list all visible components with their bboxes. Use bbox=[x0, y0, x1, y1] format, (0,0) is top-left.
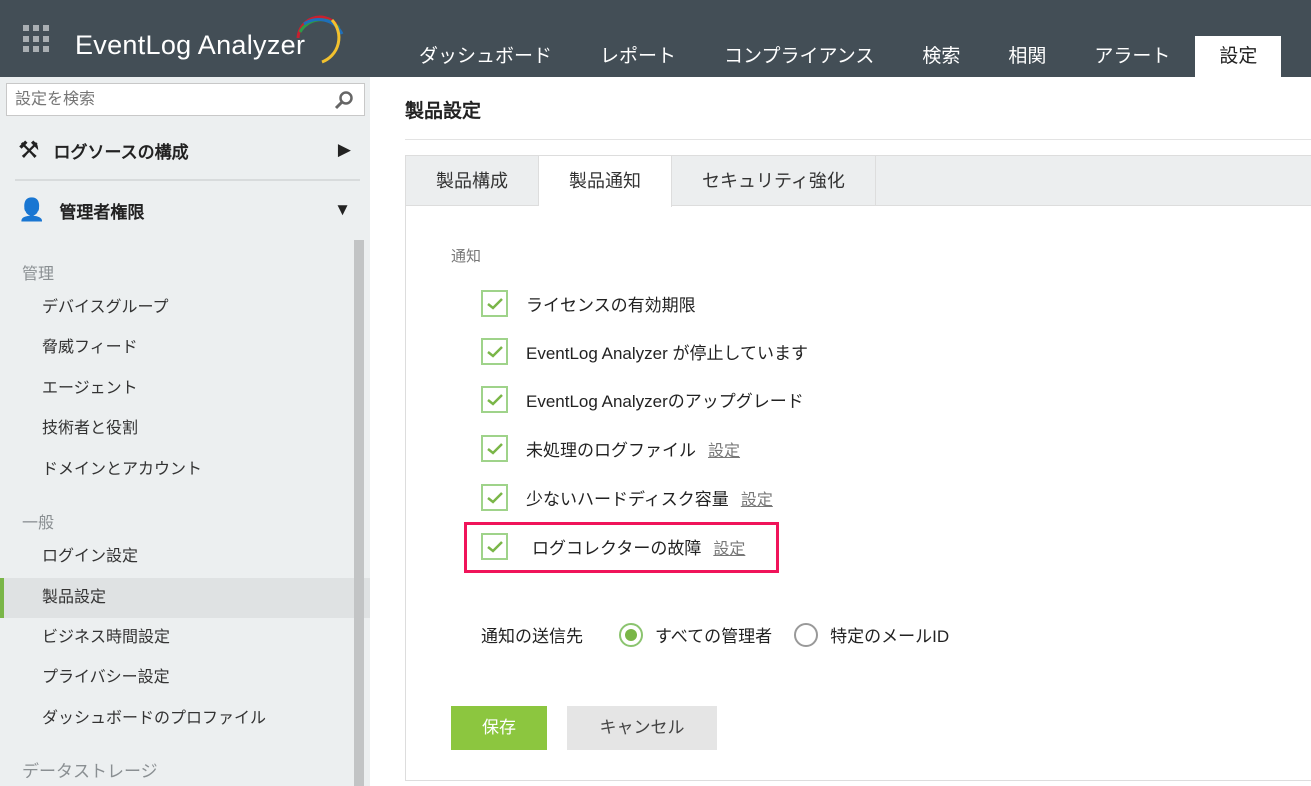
notification-row: EventLog Analyzer が停止しています bbox=[481, 338, 808, 365]
radio-all-admins[interactable] bbox=[619, 622, 643, 647]
settings-search bbox=[6, 83, 365, 116]
notification-row: 未処理のログファイル 設定 bbox=[481, 435, 740, 462]
notification-row: 少ないハードディスク容量 設定 bbox=[481, 484, 773, 511]
caret-right-icon: ▶ bbox=[337, 140, 351, 159]
tab-product-notifications[interactable]: 製品通知 bbox=[539, 156, 672, 207]
sidebar-item-login-settings[interactable]: ログイン設定 bbox=[0, 537, 370, 577]
app-logo: EventLog Analyzer bbox=[75, 30, 306, 60]
radio-label: 特定のメールID bbox=[830, 627, 950, 646]
sidebar-item-technicians-roles[interactable]: 技術者と役割 bbox=[0, 409, 370, 449]
nav-dashboard[interactable]: ダッシュボード bbox=[395, 36, 576, 77]
user-gear-icon: 👤 bbox=[18, 197, 46, 222]
check-icon bbox=[486, 345, 503, 358]
search-icon[interactable] bbox=[334, 90, 354, 110]
check-icon bbox=[486, 393, 503, 406]
settings-search-input[interactable] bbox=[7, 84, 317, 115]
logo-arc-icon bbox=[296, 15, 344, 64]
configure-link[interactable]: 設定 bbox=[741, 486, 773, 510]
notification-row: ライセンスの有効期限 bbox=[481, 290, 696, 317]
divider bbox=[15, 179, 360, 181]
check-icon bbox=[486, 297, 503, 310]
app-grid-icon[interactable] bbox=[23, 25, 51, 53]
nav-settings[interactable]: 設定 bbox=[1195, 36, 1282, 77]
caret-down-icon: ▼ bbox=[334, 200, 351, 219]
notification-row: EventLog Analyzerのアップグレード bbox=[481, 386, 804, 413]
checkbox-low-disk[interactable] bbox=[481, 484, 508, 511]
notification-label: 未処理のログファイル bbox=[526, 441, 696, 460]
sidebar-item-privacy-settings[interactable]: プライバシー設定 bbox=[0, 658, 370, 698]
radio-label: すべての管理者 bbox=[655, 627, 773, 646]
section-label: ログソースの構成 bbox=[53, 142, 189, 162]
sidebar-item-agents[interactable]: エージェント bbox=[0, 369, 370, 409]
checkbox-eventlog-stopped[interactable] bbox=[481, 338, 508, 365]
notification-label: 少ないハードディスク容量 bbox=[526, 490, 729, 509]
check-icon bbox=[486, 491, 503, 504]
notification-label: EventLog Analyzerのアップグレード bbox=[526, 392, 804, 411]
tools-icon: ⚒ bbox=[18, 136, 40, 164]
nav-reports[interactable]: レポート bbox=[576, 36, 700, 77]
nav-search[interactable]: 検索 bbox=[898, 36, 984, 77]
section-label: 管理者権限 bbox=[59, 202, 145, 222]
sidebar-item-dashboard-profiles[interactable]: ダッシュボードのプロファイル bbox=[0, 699, 370, 739]
tab-bar: 製品構成 製品通知 セキュリティ強化 bbox=[406, 156, 1311, 207]
sidebar-item-business-hours[interactable]: ビジネス時間設定 bbox=[0, 618, 370, 658]
radio-specific-email[interactable] bbox=[794, 622, 819, 647]
configure-link[interactable]: 設定 bbox=[708, 437, 740, 461]
group-data-storage: データストレージ bbox=[22, 762, 158, 781]
main-nav: ダッシュボード レポート コンプライアンス 検索 相関 アラート 設定 bbox=[395, 36, 1282, 77]
group-management: 管理 bbox=[22, 266, 55, 283]
notification-label: ライセンスの有効期限 bbox=[526, 296, 696, 315]
checkbox-upgrade[interactable] bbox=[481, 386, 508, 413]
settings-panel: 製品構成 製品通知 セキュリティ強化 bbox=[405, 155, 1311, 781]
group-general: 一般 bbox=[22, 515, 55, 532]
page-title: 製品設定 bbox=[405, 101, 482, 122]
check-icon bbox=[486, 442, 503, 455]
sidebar: ⚒ ログソースの構成 ▶ 👤 管理者権限 ▼ 管理 デバイスグループ 脅威フィー… bbox=[0, 77, 370, 786]
tab-product-config[interactable]: 製品構成 bbox=[406, 156, 539, 205]
highlight-box bbox=[464, 522, 779, 573]
notification-label: EventLog Analyzer が停止しています bbox=[526, 344, 808, 363]
sidebar-item-product-settings[interactable]: 製品設定 bbox=[0, 578, 370, 618]
nav-alerts[interactable]: アラート bbox=[1070, 36, 1194, 77]
sidebar-scrollbar[interactable] bbox=[354, 240, 364, 786]
sidebar-item-threat-feeds[interactable]: 脅威フィード bbox=[0, 328, 370, 368]
section-admin-privileges[interactable]: 👤 管理者権限 ▼ bbox=[18, 190, 363, 230]
notifications-heading: 通知 bbox=[451, 248, 482, 265]
checkbox-unprocessed-logs[interactable] bbox=[481, 435, 508, 462]
recipient-label: 通知の送信先 bbox=[481, 627, 583, 646]
divider bbox=[405, 139, 1311, 140]
nav-compliance[interactable]: コンプライアンス bbox=[700, 36, 898, 77]
notification-recipient: 通知の送信先 すべての管理者 特定のメールID bbox=[481, 622, 949, 647]
cancel-button[interactable]: キャンセル bbox=[567, 706, 717, 750]
sidebar-item-domains-accounts[interactable]: ドメインとアカウント bbox=[0, 450, 370, 490]
sidebar-item-device-groups[interactable]: デバイスグループ bbox=[0, 288, 370, 328]
checkbox-license-expiry[interactable] bbox=[481, 290, 508, 317]
nav-correlation[interactable]: 相関 bbox=[984, 36, 1070, 77]
tab-security-hardening[interactable]: セキュリティ強化 bbox=[672, 156, 876, 205]
top-header: EventLog Analyzer ダッシュボード レポート コンプライアンス … bbox=[0, 0, 1311, 77]
save-button[interactable]: 保存 bbox=[451, 706, 547, 750]
section-log-source-config[interactable]: ⚒ ログソースの構成 ▶ bbox=[18, 130, 363, 170]
